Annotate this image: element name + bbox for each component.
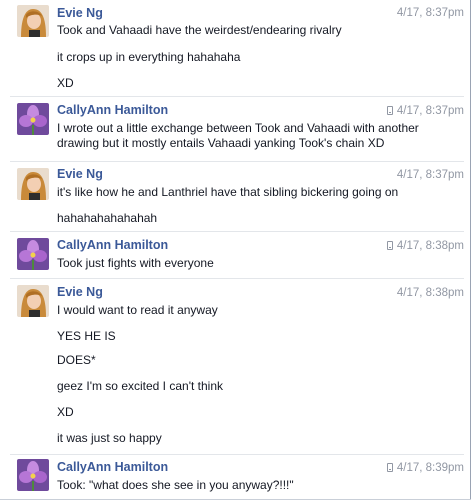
avatar[interactable] [17,168,49,200]
divider [10,161,464,162]
timestamp: 4/17, 8:37pm [386,105,464,117]
message-text: Took and Vahaadi have the weirdest/endea… [57,23,342,37]
divider [10,278,464,279]
timestamp: 4/17, 8:37pm [396,7,464,19]
avatar[interactable] [17,238,49,270]
sender-name[interactable]: Evie Ng [57,285,103,299]
mobile-icon [386,106,393,115]
message-text: hahahahahahahah [57,211,158,225]
message-text: it's like how he and Lanthriel have that… [57,185,399,199]
avatar[interactable] [17,285,49,317]
message-text: geez I'm so excited I can't think [57,379,223,393]
sender-name[interactable]: CallyAnn Hamilton [57,103,168,117]
timestamp: 4/17, 8:38pm [396,287,464,299]
avatar[interactable] [17,459,49,491]
timestamp: 4/17, 8:37pm [396,169,464,181]
message-text: YES HE IS [57,329,116,343]
message-text: it was just so happy [57,431,162,445]
message-text: I wrote out a little exchange between To… [57,121,419,150]
sender-name[interactable]: Evie Ng [57,167,103,181]
timestamp: 4/17, 8:39pm [386,462,464,474]
message-text: DOES* [57,353,96,367]
sender-name[interactable]: Evie Ng [57,6,103,20]
mobile-icon [386,241,393,250]
sender-name[interactable]: CallyAnn Hamilton [57,238,168,252]
mobile-icon [386,463,393,472]
message-text: Took: "what does she see in you anyway?!… [57,478,294,492]
message-text: I would want to read it anyway [57,303,218,317]
message-text: Took just fights with everyone [57,256,214,270]
message-text: XD [57,76,74,90]
divider [10,454,464,455]
sender-name[interactable]: CallyAnn Hamilton [57,460,168,474]
avatar[interactable] [17,5,49,37]
timestamp: 4/17, 8:38pm [386,240,464,252]
avatar[interactable] [17,103,49,135]
message-text: it crops up in everything hahahaha [57,50,241,64]
divider [10,96,464,97]
divider [10,231,464,232]
message-text: XD [57,405,74,419]
